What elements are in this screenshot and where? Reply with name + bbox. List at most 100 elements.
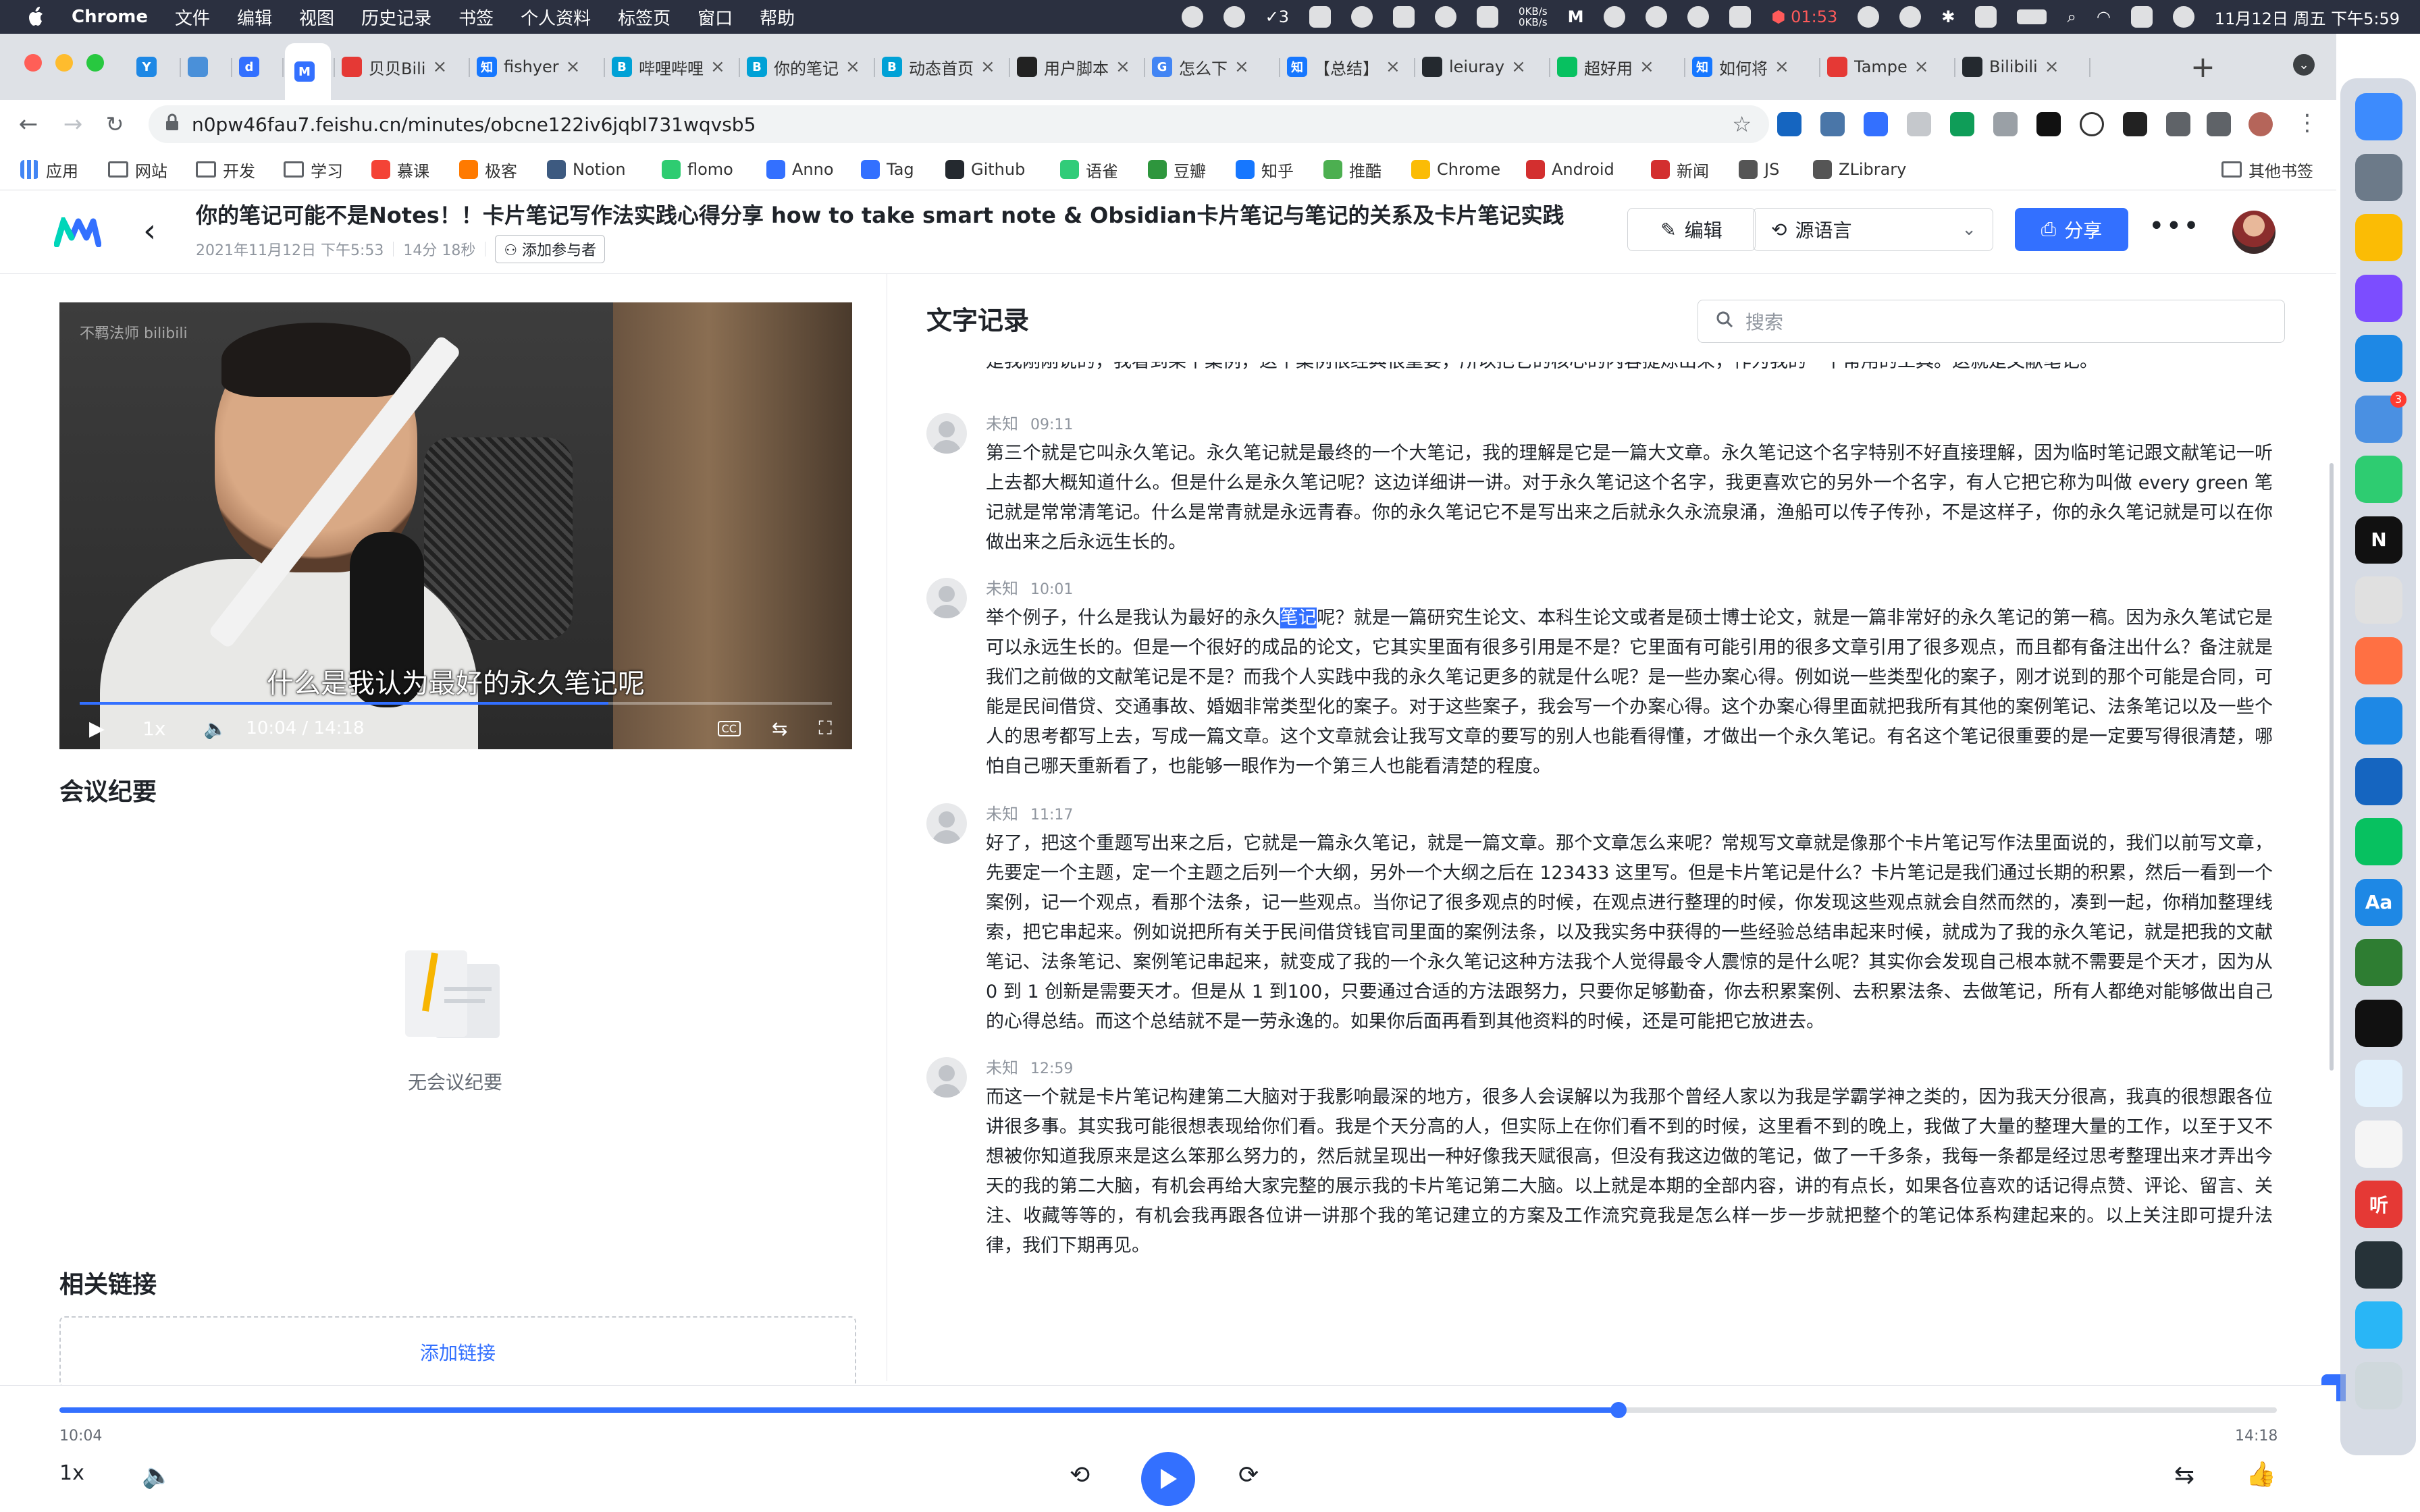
dictionary-icon[interactable]: Aa	[2355, 878, 2402, 926]
bookmark-item[interactable]: 语雀	[1060, 158, 1118, 181]
bookmark-item[interactable]: Tag	[861, 158, 914, 181]
ext-md-icon[interactable]	[2036, 112, 2061, 136]
feishu-icon[interactable]	[2355, 697, 2402, 745]
bookmark-item[interactable]: flomo	[662, 158, 733, 181]
obsidian-icon[interactable]	[2355, 274, 2402, 322]
transcript-text[interactable]: 第三个就是它叫永久笔记。永久笔记就是最终的一个大笔记，我的理解是它是一篇大文章。…	[986, 439, 2273, 558]
speaker-avatar[interactable]	[926, 413, 967, 454]
finder-icon[interactable]	[2355, 93, 2402, 140]
qq-icon[interactable]	[2355, 1120, 2402, 1168]
bookmark-item[interactable]: 网站	[108, 158, 167, 181]
menu-tabs[interactable]: 标签页	[618, 5, 670, 30]
playback-progress-bar[interactable]	[59, 1402, 2277, 1418]
terminal-icon[interactable]	[2355, 999, 2402, 1047]
bookmark-item[interactable]: 应用	[20, 158, 78, 181]
browser-tab[interactable]: G 怎么下 ×	[1147, 47, 1276, 86]
browser-tab[interactable]: Y	[131, 47, 177, 86]
tray-graph-icon[interactable]	[1393, 6, 1415, 28]
forward-15-icon[interactable]: ⟳	[1238, 1461, 1259, 1489]
clock[interactable]: 11月12日 周五 下午5:59	[2215, 5, 2400, 29]
video-volume-icon[interactable]: 🔈	[203, 718, 227, 740]
menu-edit[interactable]: 编辑	[237, 5, 272, 30]
speaker-avatar[interactable]	[926, 803, 967, 844]
tray-wechat-icon[interactable]	[1646, 6, 1668, 28]
listen-icon[interactable]: 听	[2355, 1181, 2402, 1228]
android-studio-icon[interactable]	[2355, 757, 2402, 805]
pencil-icon[interactable]	[2355, 637, 2402, 684]
tray-sync-icon[interactable]	[1223, 6, 1245, 28]
bookmark-item[interactable]: Notion	[547, 158, 626, 181]
ext-d-icon[interactable]	[1864, 112, 1888, 136]
more-icon[interactable]: •••	[2149, 211, 2201, 242]
close-tab-icon[interactable]: ×	[566, 57, 581, 77]
chrome-menu-icon[interactable]: ⋮	[2296, 109, 2319, 136]
browser-tab[interactable]: 知 fishyer ×	[471, 47, 601, 86]
close-tab-icon[interactable]: ×	[2045, 57, 2059, 77]
bookmark-item[interactable]: 开发	[196, 158, 255, 181]
speaker-avatar[interactable]	[926, 578, 967, 618]
bookmark-item[interactable]: 豆瓣	[1148, 158, 1206, 181]
spotlight-icon[interactable]: ⌕	[2067, 7, 2076, 26]
reload-icon[interactable]: ↻	[101, 111, 128, 138]
menu-profile[interactable]: 个人资料	[521, 5, 591, 30]
browser-tab[interactable]: Bilibili ×	[1957, 47, 2086, 86]
tray-flag-icon[interactable]	[1477, 6, 1499, 28]
tray-search-icon[interactable]	[1858, 6, 1880, 28]
segment-timestamp[interactable]: 11:17	[1030, 807, 1073, 824]
bookmark-item[interactable]: 推酷	[1323, 158, 1382, 181]
wechat-icon[interactable]	[2355, 818, 2402, 865]
browser-tab[interactable]: 用户脚本 ×	[1011, 47, 1141, 86]
menu-bookmarks[interactable]: 书签	[458, 5, 494, 30]
launchpad-icon[interactable]	[2355, 153, 2402, 201]
tray-timer[interactable]: ⬢ 01:53	[1771, 7, 1837, 26]
player-settings-icon[interactable]: ⇆	[2174, 1461, 2194, 1489]
menu-window[interactable]: 窗口	[698, 5, 733, 30]
browser-tab[interactable]: B 你的笔记 ×	[741, 47, 871, 86]
tray-m-icon[interactable]: M	[1568, 7, 1584, 26]
close-tab-icon[interactable]: ×	[1639, 57, 1654, 77]
vscode-icon[interactable]	[2355, 335, 2402, 382]
bookmark-item[interactable]: Chrome	[1411, 158, 1500, 181]
browser-tab[interactable]: d	[234, 47, 280, 86]
battery-icon[interactable]	[2017, 9, 2047, 24]
menu-app-name[interactable]: Chrome	[72, 7, 148, 27]
chrome-icon[interactable]	[2355, 214, 2402, 261]
close-tab-icon[interactable]: ×	[980, 57, 995, 77]
notion-icon[interactable]: N	[2355, 516, 2402, 564]
segment-timestamp[interactable]: 10:01	[1030, 581, 1073, 598]
bluetooth-icon[interactable]: ✱	[1941, 7, 1955, 26]
close-tab-icon[interactable]: ×	[1234, 57, 1249, 77]
close-window-button[interactable]	[24, 54, 42, 72]
speaker-avatar[interactable]	[926, 1057, 967, 1098]
speaker-name[interactable]: 未知	[986, 805, 1018, 824]
video-player[interactable]: 不羁法师 bilibili 什么是我认为最好的永久笔记呢 ▶ 1x 🔈 10:0…	[59, 302, 852, 749]
ext-download-icon[interactable]	[1993, 112, 2018, 136]
gear-green-icon[interactable]	[2355, 939, 2402, 986]
apple-icon[interactable]	[18, 0, 54, 34]
transcript-scrollbar[interactable]	[2330, 463, 2334, 1071]
speaker-name[interactable]: 未知	[986, 1058, 1018, 1077]
ext-vue-icon[interactable]	[1777, 112, 1801, 136]
bookmark-item[interactable]: 极客	[459, 158, 517, 181]
lock-icon[interactable]	[165, 113, 180, 136]
maximize-window-button[interactable]	[86, 54, 104, 72]
close-tab-icon[interactable]: ×	[845, 57, 860, 77]
tray-bell-icon[interactable]	[1351, 6, 1373, 28]
transcript-text[interactable]: 举个例子，什么是我认为最好的永久笔记呢？就是一篇研究生论文、本科生论文或者是硕士…	[986, 603, 2273, 782]
menu-history[interactable]: 历史记录	[361, 5, 431, 30]
siri-icon[interactable]	[2172, 6, 2194, 28]
video-progress-bar[interactable]	[80, 702, 832, 705]
ticktick-icon[interactable]: 3	[2355, 391, 2406, 443]
edit-button[interactable]: ✎ 编辑	[1627, 208, 1756, 251]
volume-icon[interactable]: 🔈	[142, 1461, 172, 1490]
helm-icon[interactable]	[2355, 1241, 2402, 1289]
browser-tab[interactable]: B 哔哩哔哩 ×	[606, 47, 736, 86]
bookmark-item[interactable]: ZLibrary	[1813, 158, 1906, 181]
flomo-icon[interactable]	[2355, 456, 2402, 503]
ext-copy-icon[interactable]	[1907, 112, 1931, 136]
minimize-window-button[interactable]	[55, 54, 73, 72]
bookmark-item[interactable]: Android	[1526, 158, 1614, 181]
tray-play-icon[interactable]	[1899, 6, 1922, 28]
control-center-icon[interactable]	[2130, 6, 2153, 28]
tray-s-icon[interactable]	[1975, 6, 1997, 28]
